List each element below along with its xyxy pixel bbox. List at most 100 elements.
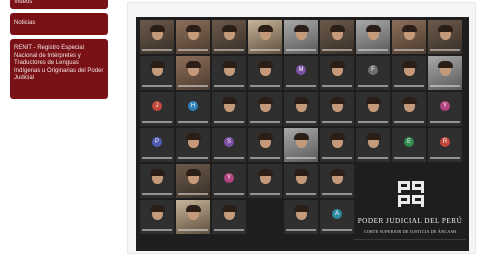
participant-tile [284, 200, 318, 234]
participant-video [329, 60, 345, 76]
participant-tile [284, 20, 318, 54]
sidebar-item-videos[interactable]: Videos [10, 0, 108, 9]
logo-title: PODER JUDICIAL DEL PERÚ [357, 217, 463, 225]
sidebar-item-noticias[interactable]: Noticias [10, 13, 108, 35]
participant-name-label [430, 49, 460, 51]
participant-name-label [178, 85, 208, 87]
participant-name-label [358, 121, 388, 123]
participant-video [293, 204, 309, 220]
participant-video [221, 24, 237, 40]
participant-tile [284, 92, 318, 126]
participant-name-label [250, 193, 280, 195]
participant-tile [428, 20, 462, 54]
participant-name-label [142, 49, 172, 51]
participant-name-label [322, 193, 352, 195]
participant-name-label [394, 121, 424, 123]
participant-name-label [142, 121, 172, 123]
participant-tile [248, 128, 282, 162]
participant-name-label [214, 121, 244, 123]
participant-tile [176, 200, 210, 234]
participant-video [293, 168, 309, 184]
participant-avatar-icon: F [368, 65, 378, 76]
participant-video [437, 24, 453, 40]
participant-name-label [286, 193, 316, 195]
participant-video [365, 96, 381, 112]
participant-name-label [214, 193, 244, 195]
participant-tile [428, 56, 462, 90]
participant-name-label [178, 121, 208, 123]
participant-tile: P [140, 128, 174, 162]
participant-tile: Y [428, 92, 462, 126]
participant-name-label [394, 85, 424, 87]
participant-video [329, 168, 345, 184]
participant-video [185, 204, 201, 220]
participant-avatar-icon: J [152, 101, 162, 112]
participant-name-label [430, 157, 460, 159]
participant-video [401, 24, 417, 40]
participant-name-label [286, 85, 316, 87]
participant-avatar-icon: Y [440, 101, 450, 112]
participant-tile [176, 128, 210, 162]
logo-subtitle: CORTE SUPERIOR DE JUSTICIA DE ÁNCASH [363, 229, 457, 234]
participant-tile [212, 20, 246, 54]
participant-tile [392, 56, 426, 90]
participant-avatar-icon: A [332, 209, 342, 220]
participant-video [401, 96, 417, 112]
participant-name-label [250, 85, 280, 87]
participant-avatar-icon: R [440, 137, 450, 148]
participant-name-label [394, 157, 424, 159]
sidebar: Videos Noticias RENIT - Registro Especia… [10, 0, 108, 103]
participant-tile [140, 56, 174, 90]
participant-name-label [142, 85, 172, 87]
participant-tile: M [284, 56, 318, 90]
participant-tile: F [356, 56, 390, 90]
participant-tile [248, 20, 282, 54]
participant-video [293, 132, 309, 148]
participant-tile [140, 20, 174, 54]
participant-tile [248, 56, 282, 90]
participant-tile [284, 164, 318, 198]
participant-name-label [322, 157, 352, 159]
participant-tile: Y [212, 164, 246, 198]
participant-tile [176, 20, 210, 54]
participant-name-label [250, 157, 280, 159]
participant-name-label [178, 157, 208, 159]
participant-video [257, 96, 273, 112]
participant-tile [320, 128, 354, 162]
participant-name-label [286, 49, 316, 51]
participant-video [149, 24, 165, 40]
participant-tile [320, 92, 354, 126]
participant-name-label [430, 121, 460, 123]
participant-name-label [214, 157, 244, 159]
sidebar-item-renit[interactable]: RENIT - Registro Especial Nacional de In… [10, 39, 108, 99]
participant-tile [392, 20, 426, 54]
participant-name-label [286, 229, 316, 231]
participant-video [221, 60, 237, 76]
participant-video [185, 132, 201, 148]
participant-video [257, 24, 273, 40]
participant-tile [176, 164, 210, 198]
participant-tile [212, 200, 246, 234]
participant-tile: R [428, 128, 462, 162]
participant-name-label [214, 85, 244, 87]
participant-name-label [322, 85, 352, 87]
video-conference-screenshot: M F J H Y P S E R Y A PODER JUDICIAL DEL PERÚ CORT… [136, 17, 469, 251]
participant-name-label [286, 157, 316, 159]
participant-video [293, 24, 309, 40]
participant-tile [248, 92, 282, 126]
participant-tile [356, 20, 390, 54]
participant-video [221, 204, 237, 220]
participant-tile [392, 92, 426, 126]
participant-video [437, 60, 453, 76]
participant-tile [320, 20, 354, 54]
participant-video [257, 60, 273, 76]
participant-tile: S [212, 128, 246, 162]
participant-avatar-icon: Y [224, 173, 234, 184]
participant-video [329, 132, 345, 148]
participant-name-label [358, 49, 388, 51]
participant-name-label [394, 49, 424, 51]
participant-video [149, 168, 165, 184]
participant-video [329, 24, 345, 40]
participant-name-label [178, 193, 208, 195]
participant-name-label [178, 229, 208, 231]
